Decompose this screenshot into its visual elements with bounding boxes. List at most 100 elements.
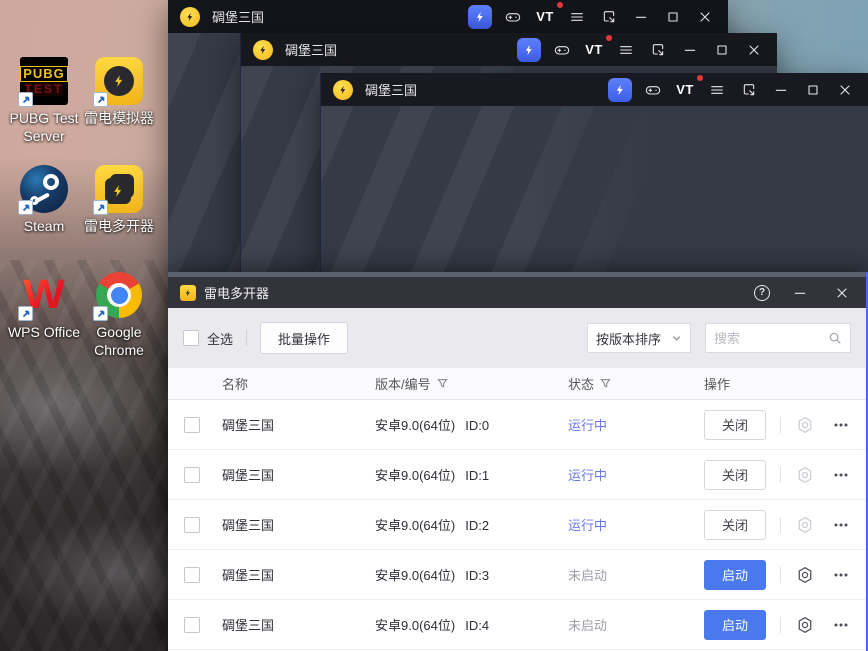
desktop-icon-label: 雷电多开器: [84, 218, 154, 234]
vt-button[interactable]: VT: [534, 1, 563, 28]
stop-button[interactable]: 关闭: [704, 509, 766, 540]
header-version[interactable]: 版本/编号: [375, 374, 568, 393]
select-all-checkbox[interactable]: [183, 330, 199, 346]
instance-name: 碉堡三国: [222, 418, 275, 433]
menu-icon[interactable]: [566, 6, 588, 28]
more-options-icon[interactable]: [831, 515, 851, 535]
close-button[interactable]: [834, 79, 856, 101]
instance-version: 安卓9.0(64位) ID:0: [375, 418, 490, 433]
menu-icon[interactable]: [615, 39, 637, 61]
window-title: 碉堡三国: [285, 43, 338, 58]
manager-titlebar: 雷电多开器 ?: [168, 277, 866, 308]
start-button[interactable]: 启动: [704, 609, 766, 640]
vt-button[interactable]: VT: [674, 74, 703, 101]
desktop-icon-label: 雷电模拟器: [84, 110, 154, 126]
stop-button[interactable]: 关闭: [704, 409, 766, 440]
table-row: 碉堡三国 安卓9.0(64位) ID:1 运行中 关闭: [168, 450, 866, 500]
maximize-button[interactable]: [662, 6, 684, 28]
maximize-button[interactable]: [711, 39, 733, 61]
search-input[interactable]: [714, 330, 828, 346]
filter-icon[interactable]: [600, 378, 611, 389]
more-options-icon[interactable]: [831, 615, 851, 635]
minimize-button[interactable]: [679, 39, 701, 61]
divider: [780, 516, 781, 533]
start-button[interactable]: 启动: [704, 559, 766, 590]
minimize-button[interactable]: [770, 79, 792, 101]
settings-gear-icon[interactable]: [795, 465, 815, 485]
header-status[interactable]: 状态: [568, 374, 704, 393]
gamepad-icon[interactable]: [551, 39, 573, 61]
notification-dot: [557, 1, 563, 8]
notification-dot: [606, 34, 612, 41]
search-box[interactable]: [705, 323, 851, 353]
row-checkbox[interactable]: [184, 566, 200, 583]
help-icon[interactable]: ?: [754, 284, 770, 301]
instance-name: 碉堡三国: [222, 518, 275, 533]
desktop-icon-label: Steam: [23, 218, 65, 234]
ldplayer-logo-icon: [253, 39, 273, 60]
rotate-window-icon[interactable]: [738, 79, 760, 101]
more-options-icon[interactable]: [831, 565, 851, 585]
menu-icon[interactable]: [706, 79, 728, 101]
header-actions: 操作: [704, 377, 731, 392]
instance-version: 安卓9.0(64位) ID:3: [375, 568, 490, 583]
table-row: 碉堡三国 安卓9.0(64位) ID:4 未启动 启动: [168, 600, 866, 650]
instance-version: 安卓9.0(64位) ID:1: [375, 468, 490, 483]
minimize-button[interactable]: [630, 6, 652, 28]
maximize-button[interactable]: [802, 79, 824, 101]
boost-icon[interactable]: [468, 4, 492, 29]
minimize-button[interactable]: [788, 281, 812, 305]
desktop-icon-wps[interactable]: W WPS Office: [5, 271, 83, 342]
divider: [780, 466, 781, 483]
more-options-icon[interactable]: [831, 465, 851, 485]
row-checkbox[interactable]: [184, 466, 200, 483]
filter-icon[interactable]: [437, 378, 448, 389]
table-row: 碉堡三国 安卓9.0(64位) ID:2 运行中 关闭: [168, 500, 866, 550]
settings-gear-icon[interactable]: [795, 565, 815, 585]
desktop-icon-ldplayer[interactable]: 雷电模拟器: [80, 57, 158, 128]
row-checkbox[interactable]: [184, 616, 200, 633]
gamepad-icon[interactable]: [502, 6, 524, 28]
divider: [780, 566, 781, 583]
status-label: 运行中: [568, 468, 608, 483]
stop-button[interactable]: 关闭: [704, 459, 766, 490]
close-button[interactable]: [743, 39, 765, 61]
status-label: 运行中: [568, 418, 608, 433]
more-options-icon[interactable]: [831, 415, 851, 435]
settings-gear-icon[interactable]: [795, 615, 815, 635]
boost-icon[interactable]: [517, 37, 541, 62]
gamepad-icon[interactable]: [642, 79, 664, 101]
row-checkbox[interactable]: [184, 416, 200, 433]
rotate-window-icon[interactable]: [598, 6, 620, 28]
shortcut-arrow-icon: [93, 92, 108, 107]
desktop-icon-chrome[interactable]: Google Chrome: [80, 271, 158, 359]
desktop-icon-label: Google Chrome: [94, 324, 144, 358]
batch-operations-button[interactable]: 批量操作: [260, 322, 349, 354]
close-button[interactable]: [694, 6, 716, 28]
notification-dot: [697, 74, 703, 81]
sort-dropdown-value: 按版本排序: [596, 331, 662, 347]
select-all-label: 全选: [207, 331, 234, 347]
close-button[interactable]: [830, 281, 854, 305]
rotate-window-icon[interactable]: [647, 39, 669, 61]
instance-version: 安卓9.0(64位) ID:4: [375, 618, 490, 633]
chevron-down-icon: [671, 333, 682, 344]
instance-name: 碉堡三国: [222, 568, 275, 583]
sort-dropdown[interactable]: 按版本排序: [587, 323, 691, 353]
window-title: 雷电多开器: [204, 286, 270, 301]
desktop-icon-ld-multiplayer[interactable]: 雷电多开器: [80, 165, 158, 236]
vt-button[interactable]: VT: [583, 34, 612, 61]
table-row: 碉堡三国 安卓9.0(64位) ID:0 运行中 关闭: [168, 400, 866, 450]
shortcut-arrow-icon: [18, 200, 33, 215]
boost-icon[interactable]: [608, 77, 632, 102]
settings-gear-icon[interactable]: [795, 515, 815, 535]
shortcut-arrow-icon: [18, 306, 33, 321]
multiplayer-manager-window: 雷电多开器 ? 全选 批量操作 按版本排序 名称 版本/编号 状态 操作 碉堡三…: [168, 272, 868, 651]
shortcut-arrow-icon: [18, 92, 33, 107]
status-label: 运行中: [568, 518, 608, 533]
divider: [780, 416, 781, 433]
desktop-icon-pubg-test[interactable]: PUBG TEST PUBG Test Server: [5, 57, 83, 145]
desktop-icon-steam[interactable]: Steam: [5, 165, 83, 236]
settings-gear-icon[interactable]: [795, 415, 815, 435]
row-checkbox[interactable]: [184, 516, 200, 533]
